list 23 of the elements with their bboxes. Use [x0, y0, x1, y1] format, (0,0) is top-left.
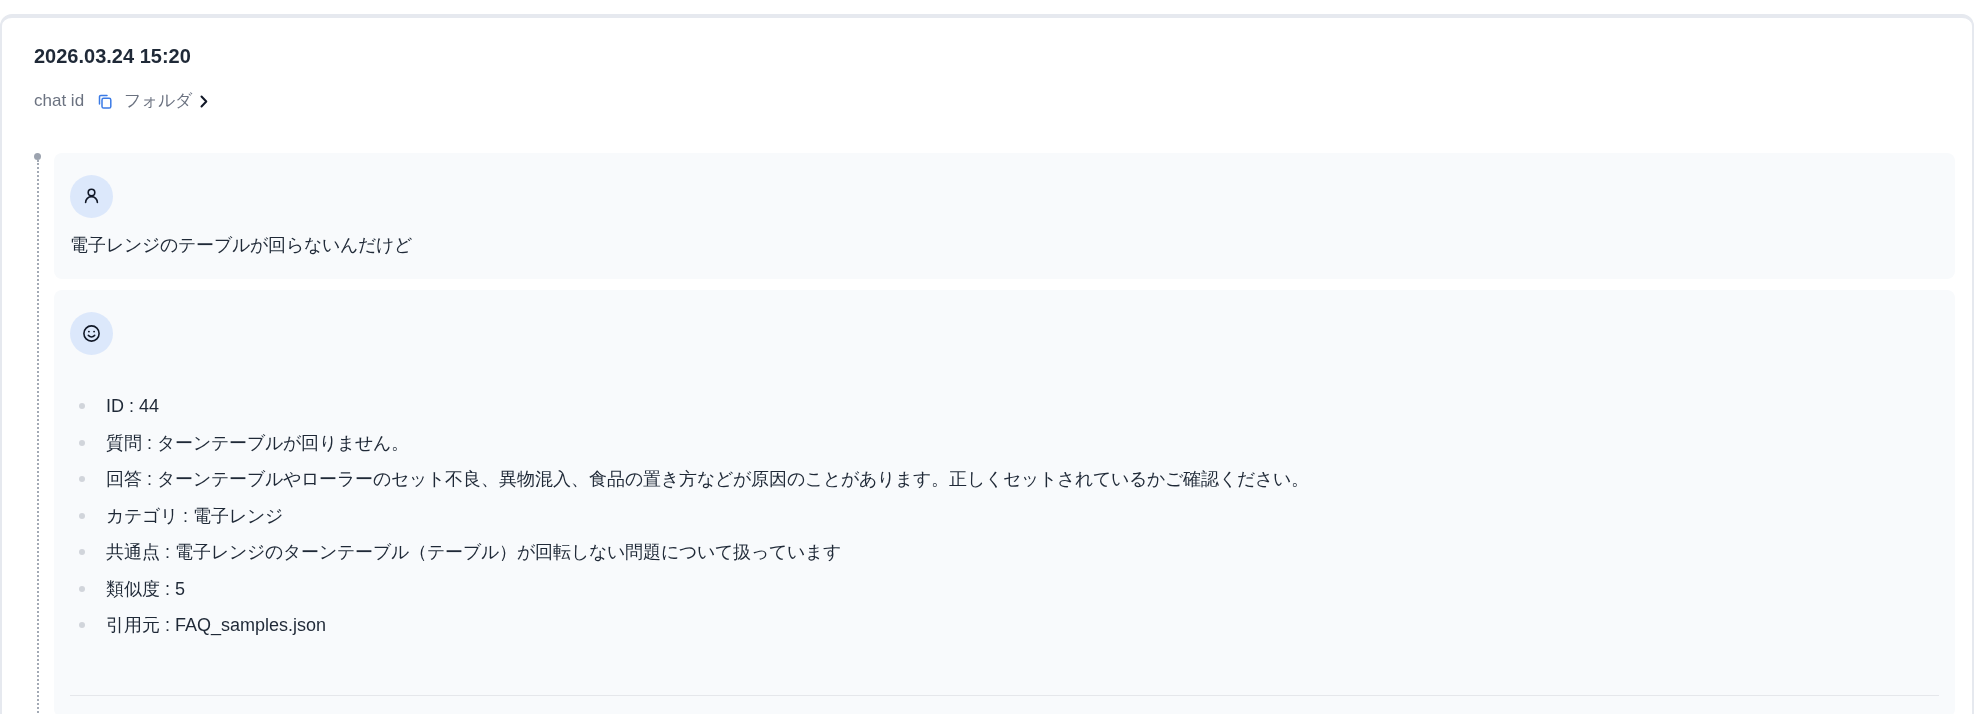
bullet-icon [79, 476, 85, 483]
bullet-icon [79, 549, 85, 556]
detail-text: カテゴリ : 電子レンジ [106, 504, 283, 528]
person-avatar-icon [70, 175, 113, 218]
copy-icon[interactable] [97, 93, 113, 109]
bullet-icon [79, 585, 85, 592]
chat-date-title: 2026.03.24 15:20 [34, 44, 191, 69]
bullet-icon [79, 439, 85, 446]
bullet-icon [79, 512, 85, 519]
detail-text: 引用元 : FAQ_samples.json [106, 614, 327, 638]
detail-text: 質問 : ターンテーブルが回りません。 [106, 431, 409, 455]
smiley-avatar-icon [70, 312, 113, 355]
chevron-right-icon [200, 94, 209, 108]
detail-text: 回答 : ターンテーブルやローラーのセット不良、異物混入、食品の置き方などが原因のことがあります。正しくセットされているかご確認ください。 [106, 468, 1309, 492]
timeline-dot-icon [34, 153, 41, 160]
bullet-icon [79, 403, 85, 410]
detail-text: 類似度 : 5 [106, 577, 185, 601]
detail-text: ID : 44 [106, 395, 160, 419]
bullet-icon [79, 622, 85, 629]
user-message-text: 電子レンジのテーブルが回らないんだけど [70, 234, 413, 257]
chat-id-label: chat id [34, 90, 85, 112]
folder-link[interactable]: フォルダ [124, 89, 209, 113]
detail-text: 共通点 : 電子レンジのターンテーブル（テーブル）が回転しない問題について扱っています [106, 541, 841, 565]
